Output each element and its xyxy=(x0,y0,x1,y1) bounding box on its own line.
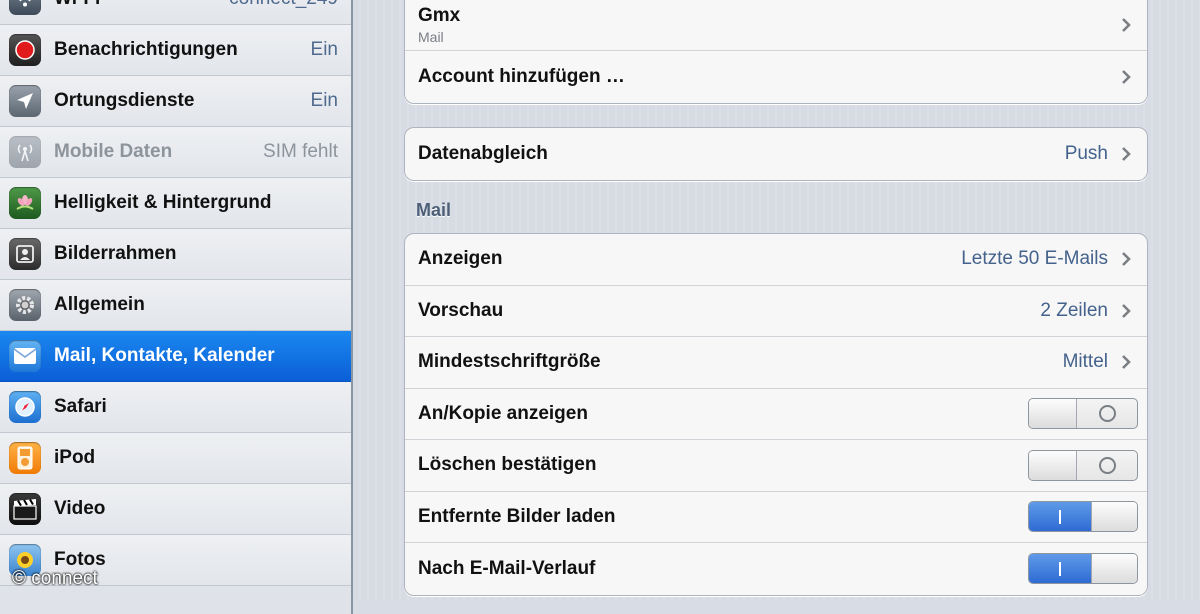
settings-sidebar: Wi-Fi connect_249 Benachrichtigungen Ein… xyxy=(0,0,353,614)
sidebar-item-label: Wi-Fi xyxy=(54,0,229,10)
organize-by-thread-toggle[interactable] xyxy=(1028,553,1138,585)
sidebar-item-picture-frame[interactable]: Bilderrahmen xyxy=(0,229,351,280)
wifi-icon xyxy=(9,0,41,15)
antenna-icon xyxy=(9,136,41,168)
sidebar-item-value: connect_249 xyxy=(229,0,338,10)
sidebar-item-label: Mobile Daten xyxy=(54,141,173,162)
chevron-right-icon xyxy=(1122,69,1131,84)
sidebar-item-label: Bilderrahmen xyxy=(54,243,177,264)
clapperboard-icon xyxy=(9,493,41,525)
row-label: Anzeigen xyxy=(418,248,503,270)
sidebar-item-label: Mail, Kontakte, Kalender xyxy=(54,345,275,366)
row-label: Entfernte Bilder laden xyxy=(418,505,616,527)
sidebar-item-value: Ein xyxy=(310,39,338,60)
sidebar-item-general[interactable]: Allgemein xyxy=(0,280,351,331)
sync-value: Push xyxy=(1064,142,1108,164)
mail-options-group: Anzeigen Letzte 50 E-Mails Vorschau 2 Ze… xyxy=(404,233,1148,596)
mail-icon xyxy=(9,340,41,372)
ask-before-delete-toggle[interactable] xyxy=(1028,449,1138,481)
show-to-cc-toggle[interactable] xyxy=(1028,398,1138,430)
account-type: Mail xyxy=(418,28,444,45)
load-remote-images-row: Entfernte Bilder laden xyxy=(405,492,1147,543)
account-name: Gmx Mail xyxy=(418,5,1116,45)
toggle-knob xyxy=(1091,554,1137,584)
row-label: Löschen bestätigen xyxy=(418,454,597,476)
sync-group: Datenabgleich Push xyxy=(404,127,1148,181)
row-value: 2 Zeilen xyxy=(1040,299,1108,321)
preview-row[interactable]: Vorschau 2 Zeilen xyxy=(405,286,1147,337)
sidebar-item-value: SIM fehlt xyxy=(263,141,338,162)
sidebar-item-mail[interactable]: Mail, Kontakte, Kalender xyxy=(0,331,351,382)
row-label: Nach E-Mail-Verlauf xyxy=(418,557,596,579)
account-row-gmx[interactable]: Gmx Mail xyxy=(405,0,1147,51)
accounts-group: Gmx Mail Account hinzufügen … xyxy=(404,0,1148,104)
fetch-new-data-row[interactable]: Datenabgleich Push xyxy=(405,128,1147,180)
chevron-right-icon xyxy=(1122,355,1131,370)
show-messages-row[interactable]: Anzeigen Letzte 50 E-Mails xyxy=(405,234,1147,286)
sidebar-item-label: iPod xyxy=(54,447,96,468)
load-remote-images-toggle[interactable] xyxy=(1028,501,1138,533)
organize-by-thread-row: Nach E-Mail-Verlauf xyxy=(405,543,1147,595)
sidebar-item-label: Helligkeit & Hintergrund xyxy=(54,192,272,213)
sidebar-item-label: Safari xyxy=(54,396,107,417)
row-label: Mindestschriftgröße xyxy=(418,351,601,373)
sidebar-item-label: Ortungsdienste xyxy=(54,90,195,111)
notifications-icon xyxy=(9,34,41,66)
section-title-mail: Mail xyxy=(416,200,452,220)
sidebar-item-brightness[interactable]: Helligkeit & Hintergrund xyxy=(0,178,351,229)
toggle-on-indicator xyxy=(1029,502,1091,532)
chevron-right-icon xyxy=(1122,252,1131,267)
toggle-knob xyxy=(1029,450,1077,480)
sidebar-item-label: Video xyxy=(54,498,106,519)
toggle-knob xyxy=(1029,399,1077,429)
add-account-label: Account hinzufügen … xyxy=(418,65,625,87)
sidebar-item-video[interactable]: Video xyxy=(0,484,351,535)
toggle-off-indicator xyxy=(1077,451,1137,480)
watermark: © connect xyxy=(12,568,98,589)
ask-before-delete-row: Löschen bestätigen xyxy=(405,440,1147,492)
toggle-off-indicator xyxy=(1077,399,1137,428)
toggle-knob xyxy=(1091,502,1137,532)
sidebar-item-safari[interactable]: Safari xyxy=(0,382,351,433)
sidebar-item-value: Ein xyxy=(310,90,338,111)
mail-settings-panel: Gmx Mail Account hinzufügen … Datenabgle… xyxy=(353,0,1200,600)
ipod-icon xyxy=(9,442,41,474)
toggle-on-indicator xyxy=(1029,554,1091,584)
sidebar-item-notifications[interactable]: Benachrichtigungen Ein xyxy=(0,25,351,76)
location-arrow-icon xyxy=(9,85,41,117)
gear-icon xyxy=(9,289,41,321)
sidebar-item-location[interactable]: Ortungsdienste Ein xyxy=(0,76,351,127)
add-account-row[interactable]: Account hinzufügen … xyxy=(405,51,1147,103)
sidebar-item-label: Allgemein xyxy=(54,294,145,315)
row-value: Letzte 50 E-Mails xyxy=(961,248,1108,270)
account-title: Gmx xyxy=(418,4,461,26)
row-label: Vorschau xyxy=(418,299,504,321)
sidebar-item-wifi[interactable]: Wi-Fi connect_249 xyxy=(0,0,351,25)
flower-icon xyxy=(9,187,41,219)
min-font-size-row[interactable]: Mindestschriftgröße Mittel xyxy=(405,337,1147,389)
sidebar-item-label: Fotos xyxy=(54,549,106,570)
picture-frame-icon xyxy=(9,238,41,270)
compass-icon xyxy=(9,391,41,423)
sync-label: Datenabgleich xyxy=(418,142,548,164)
sidebar-item-mobile-data[interactable]: Mobile Daten SIM fehlt xyxy=(0,127,351,178)
chevron-right-icon xyxy=(1122,17,1131,32)
sidebar-item-label: Benachrichtigungen xyxy=(54,39,238,60)
show-to-cc-row: An/Kopie anzeigen xyxy=(405,389,1147,440)
row-label: An/Kopie anzeigen xyxy=(418,402,588,424)
chevron-right-icon xyxy=(1122,146,1131,161)
row-value: Mittel xyxy=(1062,351,1108,373)
sidebar-item-ipod[interactable]: iPod xyxy=(0,433,351,484)
chevron-right-icon xyxy=(1122,303,1131,318)
